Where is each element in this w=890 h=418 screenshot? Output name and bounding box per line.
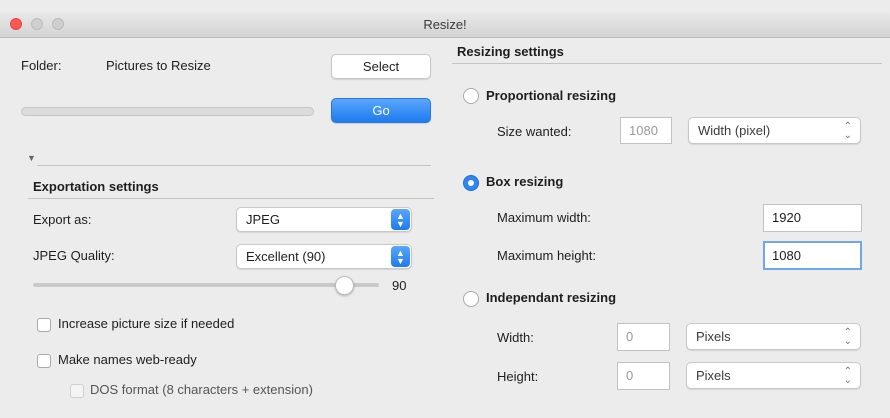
chevron-updown-icon: ⌃ ⌄ — [843, 326, 852, 347]
independent-resizing-label: Independant resizing — [486, 290, 617, 305]
size-unit-value: Width (pixel) — [698, 123, 771, 138]
height-label: Height: — [497, 369, 539, 384]
width-unit-value: Pixels — [696, 329, 731, 344]
export-format-label: Export as: — [33, 212, 92, 227]
jpeg-quality-value: Excellent (90) — [246, 249, 326, 264]
select-folder-button-label: Select — [362, 59, 400, 74]
jpeg-quality-select[interactable]: Excellent (90) ▲ ▼ — [236, 244, 412, 269]
quality-slider-thumb[interactable] — [334, 276, 354, 295]
max-height-label: Maximum height: — [497, 248, 596, 263]
box-resizing-radio[interactable] — [463, 175, 479, 191]
disclosure-triangle-icon[interactable]: ▼ — [27, 153, 36, 163]
size-wanted-field[interactable]: 1080 — [620, 117, 672, 144]
width-field[interactable]: 0 — [617, 323, 670, 351]
increase-size-label: Increase picture size if needed — [58, 316, 235, 331]
export-format-value: JPEG — [246, 212, 280, 227]
resizing-section-title: Resizing settings — [457, 44, 564, 59]
chevron-updown-icon: ▲ ▼ — [391, 246, 410, 267]
height-unit-value: Pixels — [696, 368, 731, 383]
max-height-field[interactable]: 1080 — [763, 241, 862, 270]
progress-bar — [21, 107, 314, 116]
export-format-select[interactable]: JPEG ▲ ▼ — [236, 207, 412, 232]
chevron-updown-icon: ▲ ▼ — [391, 209, 410, 230]
independent-resizing-radio[interactable] — [463, 291, 479, 307]
proportional-resizing-radio[interactable] — [463, 88, 479, 104]
proportional-resizing-label: Proportional resizing — [486, 88, 617, 103]
chevron-updown-icon: ⌃ ⌄ — [843, 120, 852, 141]
folder-label: Folder: — [21, 58, 62, 73]
go-button[interactable]: Go — [331, 98, 431, 123]
quality-slider-track[interactable] — [33, 283, 379, 287]
height-unit-select[interactable]: Pixels ⌃ ⌄ — [686, 362, 861, 389]
box-resizing-label: Box resizing — [486, 174, 564, 189]
max-width-label: Maximum width: — [497, 210, 591, 225]
divider — [452, 63, 882, 64]
chevron-updown-icon: ⌃ ⌄ — [843, 365, 852, 386]
web-ready-label: Make names web-ready — [58, 352, 197, 367]
increase-size-checkbox[interactable] — [37, 318, 51, 332]
title-bar: Resize! — [0, 12, 890, 38]
go-button-label: Go — [372, 103, 390, 118]
resize-window: Resize! Folder: Pictures to Resize Selec… — [0, 0, 890, 418]
divider — [28, 198, 434, 199]
jpeg-quality-label: JPEG Quality: — [33, 248, 115, 263]
export-section-title: Exportation settings — [33, 179, 159, 194]
max-width-field[interactable]: 1920 — [763, 204, 862, 232]
select-folder-button[interactable]: Select — [331, 54, 431, 79]
web-ready-checkbox[interactable] — [37, 354, 51, 368]
folder-value: Pictures to Resize — [106, 58, 211, 73]
quality-slider-value: 90 — [392, 278, 407, 293]
window-title: Resize! — [423, 17, 467, 32]
width-label: Width: — [497, 330, 534, 345]
size-unit-select[interactable]: Width (pixel) ⌃ ⌄ — [688, 117, 861, 144]
size-wanted-label: Size wanted: — [497, 124, 572, 139]
height-field[interactable]: 0 — [617, 362, 670, 390]
dos-format-checkbox[interactable] — [70, 384, 84, 398]
width-unit-select[interactable]: Pixels ⌃ ⌄ — [686, 323, 861, 350]
dos-format-label: DOS format (8 characters + extension) — [90, 382, 313, 397]
divider — [37, 165, 431, 166]
